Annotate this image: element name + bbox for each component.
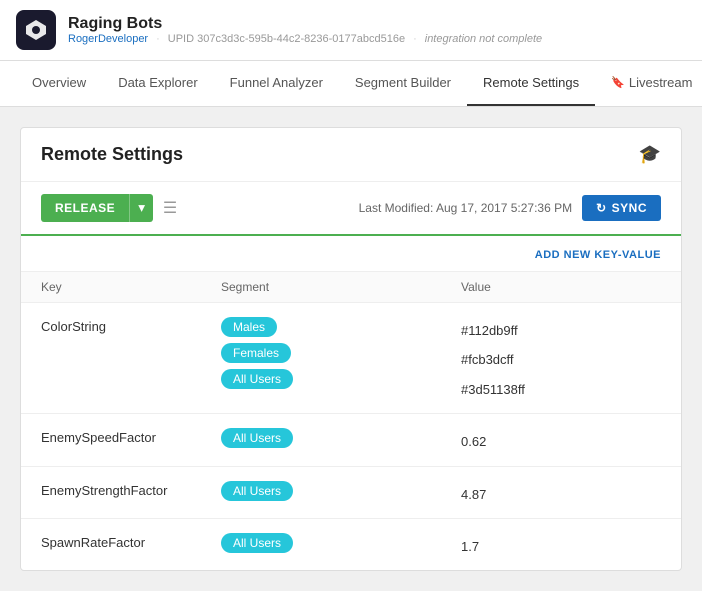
app-icon [16,10,56,50]
value-item: 1.7 [461,535,661,558]
tab-livestream[interactable]: 🔖 Livestream [595,61,702,106]
value-cell: 0.62 [461,426,661,453]
value-cell: 4.87 [461,479,661,506]
value-item: 0.62 [461,430,661,453]
developer-link[interactable]: RogerDeveloper [68,33,148,45]
app-header: Raging Bots RogerDeveloper · UPID 307c3d… [0,0,702,61]
segment-badge-males[interactable]: Males [221,317,277,337]
table-header: Key Segment Value [21,272,681,303]
nav-tabs: Overview Data Explorer Funnel Analyzer S… [0,61,702,107]
table-row: EnemySpeedFactor All Users 0.62 [21,414,681,466]
panel-title: Remote Settings [41,144,183,165]
segment-cell: All Users [221,426,461,448]
tab-overview[interactable]: Overview [16,61,102,106]
config-icon[interactable]: ☰ [163,198,177,218]
sync-icon: ↻ [596,201,607,215]
page-content: Remote Settings 🎓 RELEASE ▾ ☰ Last Modif… [0,107,702,591]
app-info: Raging Bots RogerDeveloper · UPID 307c3d… [68,15,542,45]
release-dropdown-button[interactable]: ▾ [129,194,153,222]
table-row: ColorString Males Females All Users #112… [21,303,681,414]
key-cell: EnemySpeedFactor [41,426,221,445]
help-icon[interactable]: 🎓 [639,144,661,165]
add-new-row: ADD NEW KEY-VALUE [21,236,681,272]
last-modified-label: Last Modified: Aug 17, 2017 5:27:36 PM [359,201,572,215]
table-row: SpawnRateFactor All Users 1.7 [21,519,681,570]
app-meta: RogerDeveloper · UPID 307c3d3c-595b-44c2… [68,33,542,45]
segment-cell: All Users [221,531,461,553]
segment-badge-all-users[interactable]: All Users [221,369,293,389]
key-cell: SpawnRateFactor [41,531,221,550]
chevron-down-icon: ▾ [138,200,145,215]
release-btn-group: RELEASE ▾ [41,194,153,222]
value-item: #112db9ff [461,319,661,342]
col-header-value: Value [461,280,661,294]
tab-funnel-analyzer[interactable]: Funnel Analyzer [214,61,339,106]
release-button[interactable]: RELEASE [41,194,129,222]
segment-cell: All Users [221,479,461,501]
tab-segment-builder[interactable]: Segment Builder [339,61,467,106]
toolbar: RELEASE ▾ ☰ Last Modified: Aug 17, 2017 … [21,182,681,236]
upid-label: UPID 307c3d3c-595b-44c2-8236-0177abcd516… [168,33,405,45]
value-cell: #112db9ff #fcb3dcff #3d51138ff [461,315,661,401]
tab-remote-settings[interactable]: Remote Settings [467,61,595,106]
integration-status: integration not complete [425,33,542,45]
value-item: #3d51138ff [461,378,661,401]
segment-badge-all-users[interactable]: All Users [221,533,293,553]
toolbar-right: Last Modified: Aug 17, 2017 5:27:36 PM ↻… [359,195,661,221]
segment-badge-females[interactable]: Females [221,343,291,363]
segment-badge-all-users[interactable]: All Users [221,428,293,448]
tab-data-explorer[interactable]: Data Explorer [102,61,213,106]
panel-header: Remote Settings 🎓 [21,128,681,182]
add-new-key-value-button[interactable]: ADD NEW KEY-VALUE [535,249,661,261]
value-cell: 1.7 [461,531,661,558]
table-row: EnemyStrengthFactor All Users 4.87 [21,467,681,519]
value-item: 4.87 [461,483,661,506]
col-header-segment: Segment [221,280,461,294]
key-cell: ColorString [41,315,221,334]
remote-settings-panel: Remote Settings 🎓 RELEASE ▾ ☰ Last Modif… [20,127,682,571]
value-item: #fcb3dcff [461,348,661,371]
key-cell: EnemyStrengthFactor [41,479,221,498]
toolbar-left: RELEASE ▾ ☰ [41,194,177,222]
sync-button[interactable]: ↻ SYNC [582,195,661,221]
livestream-bookmark-icon: 🔖 [611,76,625,89]
col-header-key: Key [41,280,221,294]
app-title: Raging Bots [68,15,542,33]
segment-badge-all-users[interactable]: All Users [221,481,293,501]
segment-cell: Males Females All Users [221,315,461,389]
